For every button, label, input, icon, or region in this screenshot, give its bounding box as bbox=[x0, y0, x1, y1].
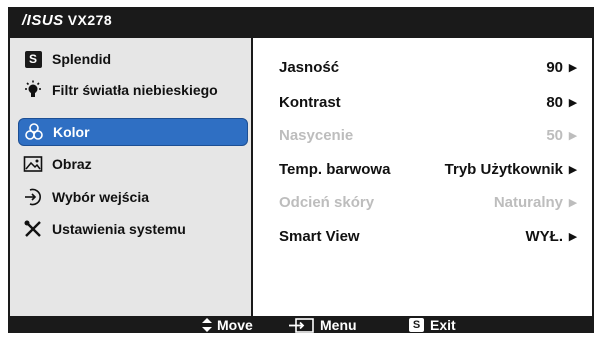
lightbulb-icon bbox=[22, 79, 44, 101]
setting-label: Kontrast bbox=[279, 93, 341, 111]
osd-window: /ISUS VX278 S Splendid Filtr światła nieb… bbox=[8, 7, 594, 333]
setting-brightness[interactable]: Jasność 90 ▶ bbox=[279, 55, 579, 79]
sidebar-item-label: Obraz bbox=[52, 156, 92, 172]
sidebar-item-label: Wybór wejścia bbox=[52, 189, 150, 205]
settings-panel: Jasność 90 ▶ Kontrast 80 ▶ Nasycenie 50 … bbox=[253, 38, 592, 316]
tools-icon bbox=[22, 218, 44, 240]
arrow-right-icon: ▶ bbox=[568, 163, 578, 176]
input-arrow-icon bbox=[22, 186, 44, 208]
setting-value: Naturalny bbox=[493, 193, 563, 211]
menu-sidebar: S Splendid Filtr światła niebieskiego Ko… bbox=[10, 38, 253, 316]
menu-hint: Menu bbox=[288, 317, 357, 333]
brand-name: /ISUS bbox=[22, 12, 64, 29]
arrow-right-icon: ▶ bbox=[568, 61, 578, 74]
setting-value: 50 bbox=[546, 126, 563, 144]
model-name: VX278 bbox=[67, 12, 113, 28]
sidebar-item-splendid[interactable]: S Splendid bbox=[18, 46, 246, 72]
title-bar: /ISUS VX278 bbox=[8, 7, 594, 37]
setting-smart-view[interactable]: Smart View WYŁ. ▶ bbox=[279, 224, 579, 248]
exit-hint: S Exit bbox=[409, 317, 456, 333]
sidebar-item-input-select[interactable]: Wybór wejścia bbox=[18, 184, 246, 210]
sidebar-item-kolor[interactable]: Kolor bbox=[18, 118, 248, 146]
arrow-right-icon: ▶ bbox=[568, 196, 578, 209]
setting-contrast[interactable]: Kontrast 80 ▶ bbox=[279, 90, 579, 114]
splendid-s-icon: S bbox=[22, 48, 44, 70]
exit-label: Exit bbox=[430, 317, 456, 333]
sidebar-item-label: Kolor bbox=[53, 124, 90, 140]
setting-value: 90 bbox=[546, 58, 563, 76]
setting-label: Odcień skóry bbox=[279, 193, 375, 211]
sidebar-item-blue-light-filter[interactable]: Filtr światła niebieskiego bbox=[18, 77, 246, 103]
move-label: Move bbox=[217, 317, 253, 333]
key-hint-bar: Move Menu S Exit bbox=[8, 316, 594, 333]
setting-value: 80 bbox=[546, 93, 563, 111]
setting-label: Smart View bbox=[279, 227, 360, 245]
setting-label: Nasycenie bbox=[279, 126, 354, 144]
sidebar-item-label: Ustawienia systemu bbox=[52, 221, 186, 237]
setting-value: WYŁ. bbox=[525, 227, 564, 245]
setting-label: Jasność bbox=[279, 58, 340, 76]
setting-color-temp[interactable]: Temp. barwowa Tryb Użytkownik ▶ bbox=[279, 157, 579, 181]
setting-skin-tone: Odcień skóry Naturalny ▶ bbox=[279, 190, 579, 214]
enter-key-icon bbox=[288, 317, 314, 333]
arrow-right-icon: ▶ bbox=[568, 96, 578, 109]
up-down-icon bbox=[201, 317, 213, 333]
arrow-right-icon: ▶ bbox=[568, 129, 578, 142]
setting-value: Tryb Użytkownik bbox=[444, 160, 563, 178]
menu-label: Menu bbox=[320, 317, 357, 333]
brand-logo: /ISUS VX278 bbox=[22, 12, 112, 29]
setting-saturation: Nasycenie 50 ▶ bbox=[279, 123, 579, 147]
color-circles-icon bbox=[23, 121, 45, 143]
sidebar-item-obraz[interactable]: Obraz bbox=[18, 151, 246, 177]
image-icon bbox=[22, 153, 44, 175]
sidebar-item-label: Splendid bbox=[52, 51, 112, 67]
setting-label: Temp. barwowa bbox=[279, 160, 391, 178]
sidebar-item-system-settings[interactable]: Ustawienia systemu bbox=[18, 216, 246, 242]
arrow-right-icon: ▶ bbox=[568, 230, 578, 243]
sidebar-item-label: Filtr światła niebieskiego bbox=[52, 82, 218, 98]
s-key-icon: S bbox=[409, 318, 424, 332]
move-hint: Move bbox=[201, 317, 253, 333]
